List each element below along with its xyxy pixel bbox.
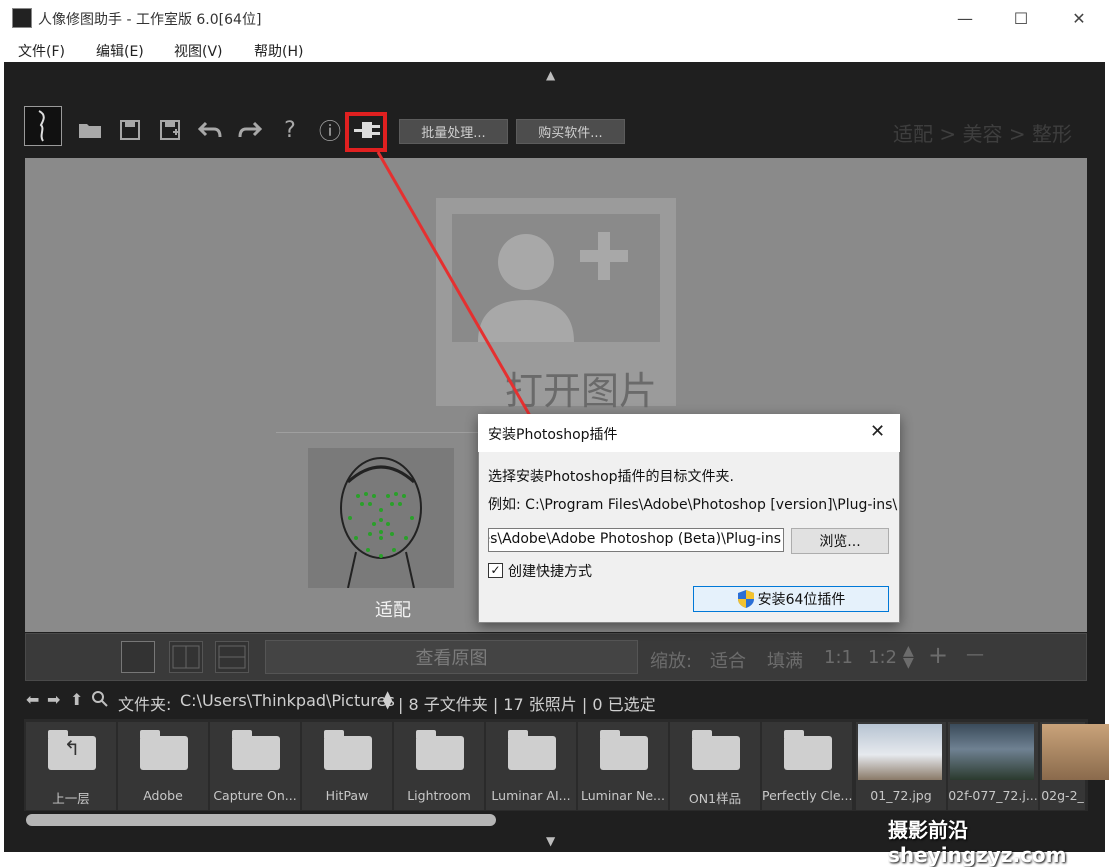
folder-thumbnail[interactable]: Luminar AI...: [486, 722, 576, 810]
uac-shield-icon: [737, 590, 754, 608]
collapse-up-icon[interactable]: ▲: [546, 68, 555, 82]
folder-icon: [416, 730, 464, 770]
plugin-path-input[interactable]: es\Adobe\Adobe Photoshop (Beta)\Plug-ins: [488, 528, 784, 552]
batch-process-button[interactable]: 批量处理...: [399, 119, 508, 144]
photo-preview: [1042, 724, 1109, 780]
photo-preview: [858, 724, 942, 780]
menu-file[interactable]: 文件(F): [18, 41, 65, 61]
folder-path[interactable]: C:\Users\Thinkpad\Pictures: [180, 691, 395, 710]
zoom-fit-button[interactable]: 适合: [710, 647, 746, 673]
folder-thumbnail[interactable]: Adobe: [118, 722, 208, 810]
thumbnail-label: HitPaw: [325, 788, 369, 803]
dialog-close-icon[interactable]: ✕: [870, 421, 885, 442]
folder-icon: [508, 730, 556, 770]
thumbnail-label: Adobe: [143, 788, 183, 803]
path-dropdown-icon[interactable]: ▲ ▼: [383, 689, 392, 710]
thumbnail-label: Luminar Ne...: [581, 788, 665, 803]
folder-thumbnail[interactable]: Perfectly Cle...: [762, 722, 852, 810]
create-shortcut-checkbox[interactable]: ✓: [488, 563, 503, 578]
up-icon[interactable]: ⬆: [70, 690, 83, 709]
app-logo: [24, 106, 62, 146]
folder-icon: [324, 730, 372, 770]
save-icon[interactable]: [116, 112, 144, 148]
folder-thumbnail[interactable]: Capture On...: [210, 722, 300, 810]
face-fit-image: [308, 448, 454, 589]
help-icon[interactable]: ?: [276, 112, 304, 148]
create-shortcut-label: 创建快捷方式: [508, 564, 592, 580]
thumbnail-label: ON1样品: [688, 791, 742, 806]
single-view-button[interactable]: [121, 641, 155, 673]
folder-thumbnail[interactable]: HitPaw: [302, 722, 392, 810]
folder-thumbnail[interactable]: ON1样品: [670, 722, 760, 810]
window-title: 人像修图助手 - 工作室版 6.0[64位]: [38, 12, 262, 28]
zoom-fill-button[interactable]: 填满: [767, 647, 803, 673]
install-button-label: 安装64位插件: [757, 592, 846, 608]
app-icon: [12, 8, 32, 28]
thumbnail-label: 上一层: [52, 791, 90, 806]
split-horizontal-button[interactable]: [215, 641, 249, 673]
thumbnail-label: 01_72.jpg: [870, 788, 932, 803]
dialog-title: 安装Photoshop插件: [488, 427, 618, 443]
save-as-icon[interactable]: [156, 112, 184, 148]
folder-icon: [600, 730, 648, 770]
thumbnail-label: Luminar AI...: [491, 788, 571, 803]
install-64bit-plugin-button[interactable]: 安装64位插件: [693, 586, 889, 612]
fit-label: 适配: [375, 600, 411, 621]
photo-preview: [950, 724, 1034, 780]
folder-stats: | 8 子文件夹 | 17 张照片 | 0 已选定: [398, 695, 656, 714]
zoom-out-icon[interactable]: —: [966, 644, 984, 665]
photo-thumbnail[interactable]: 02g-2_: [1040, 722, 1109, 810]
menu-bar: [0, 36, 1109, 62]
dialog-example: 例如: C:\Program Files\Adobe\Photoshop [ve…: [488, 497, 898, 513]
folder-label: 文件夹:: [118, 695, 172, 714]
thumbnail-label: 02g-2_: [1041, 788, 1084, 803]
plugin-highlight-box: [345, 112, 387, 152]
horizontal-scrollbar[interactable]: [26, 814, 496, 826]
search-icon[interactable]: [92, 690, 108, 712]
undo-icon[interactable]: [196, 112, 224, 148]
watermark: 摄影前沿 sheyingzyz.com: [888, 818, 1067, 867]
open-image-label: 打开图片: [505, 369, 658, 413]
photo-thumbnail[interactable]: 01_72.jpg: [856, 722, 946, 810]
back-icon[interactable]: ⬅: [26, 690, 39, 709]
minimize-button[interactable]: —: [942, 4, 988, 32]
zoom-1-1-button[interactable]: 1:1: [824, 647, 853, 668]
zoom-spinner-icon[interactable]: ▲ ▼: [903, 644, 914, 670]
forward-icon[interactable]: ➡: [47, 690, 60, 709]
menu-edit[interactable]: 编辑(E): [96, 41, 144, 61]
folder-icon: [692, 730, 740, 770]
zoom-label: 缩放:: [650, 651, 693, 672]
zoom-1-2-button[interactable]: 1:2: [868, 647, 897, 668]
folder-icon: [140, 730, 188, 770]
folder-icon: [232, 730, 280, 770]
thumbnail-label: Lightroom: [407, 788, 471, 803]
redo-icon[interactable]: [236, 112, 264, 148]
collapse-down-icon[interactable]: ▼: [546, 834, 555, 848]
info-icon[interactable]: ⓘ: [316, 112, 344, 148]
view-original-button[interactable]: 查看原图: [265, 640, 638, 674]
folder-up-icon: ↰: [48, 730, 96, 770]
parent-folder-thumbnail[interactable]: ↰ 上一层: [26, 722, 116, 810]
folder-icon: [784, 730, 832, 770]
photo-thumbnail[interactable]: 02f-077_72.j...: [948, 722, 1038, 810]
menu-view[interactable]: 视图(V): [174, 41, 223, 61]
buy-software-button[interactable]: 购买软件...: [516, 119, 625, 144]
workflow-steps: 适配 > 美容 > 整形: [893, 122, 1072, 146]
maximize-button[interactable]: ☐: [998, 4, 1044, 32]
open-folder-icon[interactable]: [76, 112, 104, 148]
close-button[interactable]: ✕: [1056, 4, 1102, 32]
menu-help[interactable]: 帮助(H): [254, 41, 303, 61]
dialog-description: 选择安装Photoshop插件的目标文件夹.: [488, 469, 735, 485]
browse-button[interactable]: 浏览...: [791, 528, 889, 554]
add-person-icon: [452, 214, 660, 342]
split-vertical-button[interactable]: [169, 641, 203, 673]
thumbnail-label: Perfectly Cle...: [762, 788, 852, 803]
thumbnail-label: 02f-077_72.j...: [948, 788, 1038, 803]
folder-thumbnail[interactable]: Luminar Ne...: [578, 722, 668, 810]
zoom-in-icon[interactable]: +: [928, 641, 948, 669]
thumbnail-label: Capture On...: [213, 788, 297, 803]
folder-thumbnail[interactable]: Lightroom: [394, 722, 484, 810]
